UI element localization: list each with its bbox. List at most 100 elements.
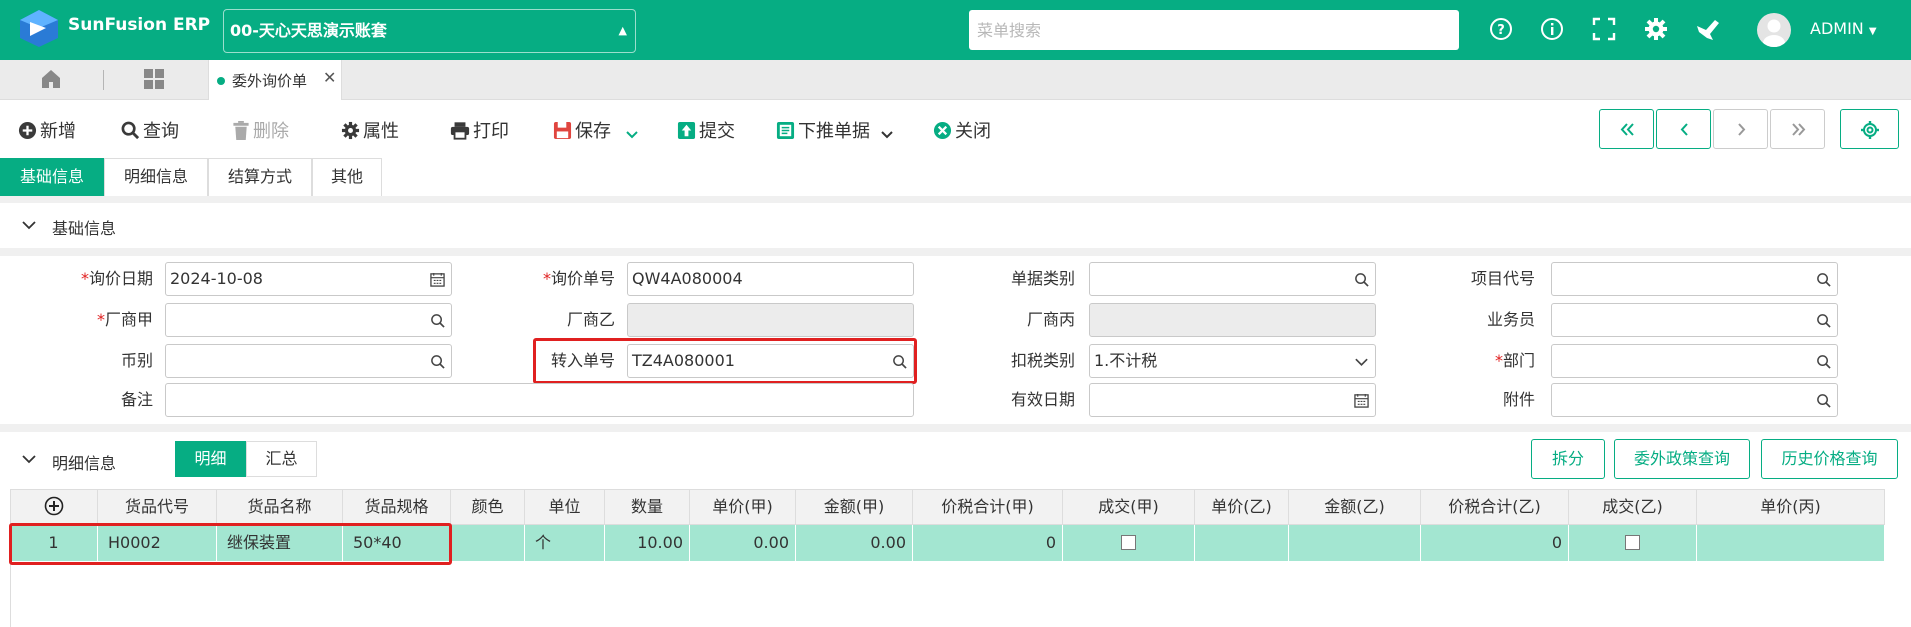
dashboard-grid-icon[interactable] [143, 68, 165, 90]
properties-button[interactable]: 属性 [341, 117, 399, 142]
price-a-cell[interactable]: 0.00 [690, 525, 796, 561]
search-icon[interactable] [1816, 393, 1831, 408]
avatar[interactable] [1757, 13, 1791, 47]
home-icon[interactable] [40, 68, 62, 90]
unit-cell[interactable]: 个 [525, 525, 605, 561]
tab-settlement[interactable]: 结算方式 [208, 158, 312, 196]
info-icon[interactable] [1539, 16, 1565, 42]
submit-button[interactable]: 提交 [677, 117, 735, 142]
print-button[interactable]: 打印 [450, 117, 509, 142]
doc-type-field[interactable] [1089, 262, 1376, 296]
next-record-button[interactable] [1713, 109, 1768, 149]
policy-query-button[interactable]: 委外政策查询 [1614, 439, 1750, 479]
add-row-header[interactable] [10, 489, 98, 525]
save-button[interactable]: 保存 [553, 117, 642, 142]
tab-outsource-inquiry[interactable]: 委外询价单 ✕ [208, 60, 342, 100]
search-icon[interactable] [892, 354, 907, 369]
plus-circle-icon[interactable] [44, 496, 64, 516]
valid-date-field[interactable] [1089, 383, 1376, 417]
column-header[interactable]: 单价(乙) [1195, 489, 1289, 525]
query-button[interactable]: 查询 [121, 117, 179, 142]
push-down-button[interactable]: 下推单据 [776, 117, 897, 142]
search-icon[interactable] [430, 354, 445, 369]
basic-info-header[interactable]: 基础信息 [0, 203, 1911, 248]
first-record-button[interactable] [1599, 109, 1654, 149]
vendor-b-field [627, 303, 914, 337]
delete-button[interactable]: 删除 [232, 117, 289, 142]
tab-summary[interactable]: 汇总 [246, 441, 317, 477]
remark-field[interactable] [165, 383, 914, 417]
search-icon[interactable] [430, 313, 445, 328]
column-header[interactable]: 金额(乙) [1289, 489, 1421, 525]
chevron-down-icon[interactable] [625, 130, 639, 140]
total-b-cell[interactable]: 0 [1421, 525, 1569, 561]
total-a-cell[interactable]: 0 [913, 525, 1063, 561]
theme-icon[interactable] [1695, 16, 1721, 42]
column-header[interactable]: 颜色 [451, 489, 525, 525]
column-header[interactable]: 单位 [525, 489, 605, 525]
column-header[interactable]: 数量 [605, 489, 690, 525]
transfer-no-label: 转入单号 [550, 351, 615, 370]
calendar-icon[interactable] [1354, 393, 1369, 408]
previous-record-button[interactable] [1656, 109, 1711, 149]
column-header[interactable]: 成交(乙) [1569, 489, 1697, 525]
tax-type-select[interactable]: 1.不计税 [1089, 344, 1376, 378]
column-header[interactable]: 货品代号 [98, 489, 217, 525]
calendar-icon[interactable] [430, 272, 445, 287]
column-header[interactable]: 成交(甲) [1063, 489, 1195, 525]
menu-search-input[interactable] [969, 10, 1459, 50]
user-menu[interactable]: ADMIN ▼ [1810, 19, 1877, 38]
column-header[interactable]: 价税合计(乙) [1421, 489, 1569, 525]
tax-type-value: 1.不计税 [1094, 351, 1158, 370]
price-history-button[interactable]: 历史价格查询 [1761, 439, 1898, 479]
split-button[interactable]: 拆分 [1531, 439, 1605, 479]
inquiry-no-field[interactable]: QW4A080004 [627, 262, 914, 296]
column-header[interactable]: 单价(丙) [1697, 489, 1885, 525]
attachment-label: 附件 [1502, 390, 1535, 409]
gear-icon[interactable] [1643, 16, 1669, 42]
currency-field[interactable] [165, 344, 452, 378]
search-icon[interactable] [1816, 354, 1831, 369]
deal-b-checkbox[interactable] [1625, 535, 1640, 550]
column-header[interactable]: 货品名称 [217, 489, 343, 525]
tab-detail-info[interactable]: 明细信息 [104, 158, 208, 196]
deal-a-cell[interactable] [1063, 525, 1195, 561]
color-cell[interactable] [451, 525, 525, 561]
search-icon[interactable] [1354, 272, 1369, 287]
price-c-cell[interactable] [1697, 525, 1885, 561]
search-icon[interactable] [1816, 313, 1831, 328]
column-header[interactable]: 货品规格 [343, 489, 451, 525]
search-icon [121, 121, 140, 140]
quantity-cell[interactable]: 10.00 [605, 525, 690, 561]
salesman-field[interactable] [1551, 303, 1838, 337]
deal-a-checkbox[interactable] [1121, 535, 1136, 550]
tab-detail[interactable]: 明细 [175, 441, 246, 477]
column-header[interactable]: 单价(甲) [690, 489, 796, 525]
column-header[interactable]: 金额(甲) [796, 489, 913, 525]
deal-b-cell[interactable] [1569, 525, 1697, 561]
price-b-cell[interactable] [1195, 525, 1289, 561]
tab-other[interactable]: 其他 [312, 158, 382, 196]
column-header[interactable]: 价税合计(甲) [913, 489, 1063, 525]
project-code-field[interactable] [1551, 262, 1838, 296]
account-selector[interactable]: 00-天心天思演示账套 ▲ [223, 9, 636, 53]
last-record-button[interactable] [1770, 109, 1825, 149]
attachment-field[interactable] [1551, 383, 1838, 417]
inquiry-date-field[interactable]: 2024-10-08 [165, 262, 452, 296]
search-icon[interactable] [1816, 272, 1831, 287]
settings-button[interactable] [1840, 109, 1899, 149]
transfer-no-field[interactable]: TZ4A080001 [627, 344, 914, 378]
new-button[interactable]: 新增 [18, 117, 76, 142]
fullscreen-icon[interactable] [1591, 16, 1617, 42]
document-list-icon [776, 121, 795, 140]
vendor-a-field[interactable] [165, 303, 452, 337]
amount-b-cell[interactable] [1289, 525, 1421, 561]
detail-info-header[interactable]: 明细信息 [0, 436, 170, 481]
help-icon[interactable]: ? [1488, 16, 1514, 42]
app-logo-icon [20, 10, 58, 47]
department-field[interactable] [1551, 344, 1838, 378]
amount-a-cell[interactable]: 0.00 [796, 525, 913, 561]
close-button[interactable]: 关闭 [933, 117, 991, 142]
close-icon[interactable]: ✕ [323, 68, 336, 87]
tab-basic-info[interactable]: 基础信息 [0, 158, 104, 196]
